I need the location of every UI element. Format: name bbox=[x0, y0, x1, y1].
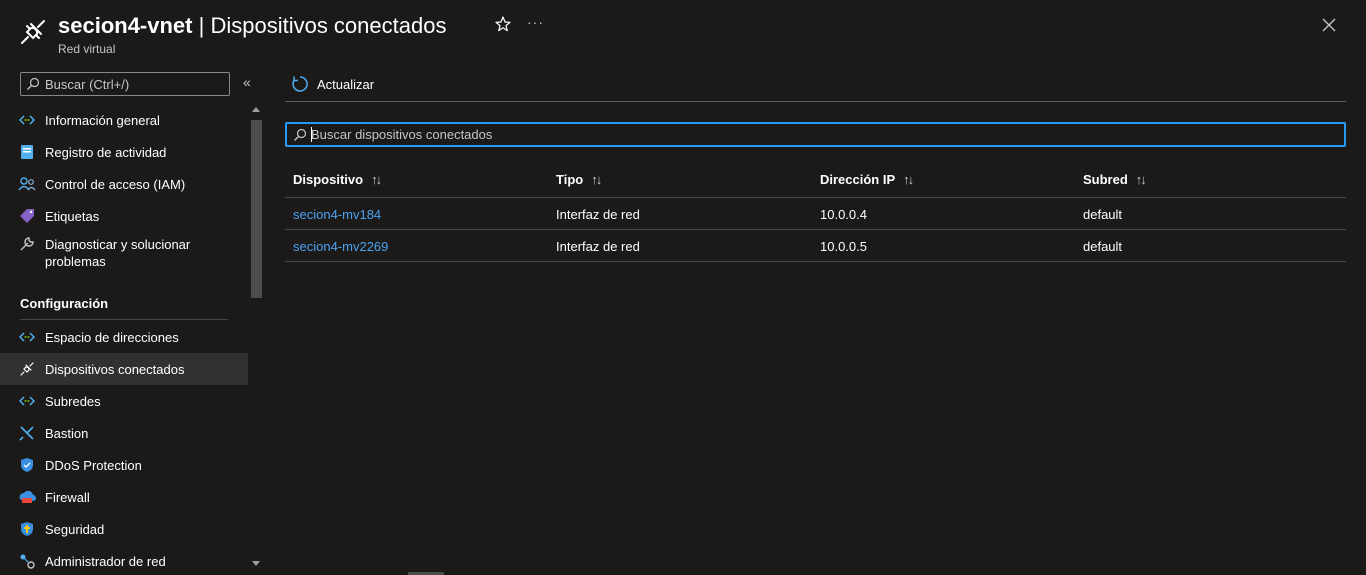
refresh-label: Actualizar bbox=[317, 76, 375, 92]
column-header-label: Subred bbox=[1083, 172, 1128, 187]
device-type: Interfaz de red bbox=[556, 239, 640, 254]
section-divider bbox=[20, 319, 228, 320]
sidebar-item-ddos[interactable]: DDoS Protection bbox=[0, 449, 248, 481]
text-cursor bbox=[311, 127, 312, 142]
sidebar-item-subredes[interactable]: Subredes bbox=[0, 385, 248, 417]
collapse-sidebar-button[interactable]: « bbox=[243, 74, 251, 90]
scroll-thumb[interactable] bbox=[251, 120, 262, 298]
page-section-title: Dispositivos conectados bbox=[210, 13, 447, 38]
scroll-down-arrow-icon[interactable] bbox=[252, 561, 260, 566]
table-header: Dispositivo ↑↓ Tipo ↑↓ Dirección IP ↑↓ S… bbox=[285, 162, 1346, 198]
main-content: Actualizar Dispositivo ↑↓ Tipo ↑↓ Direcc… bbox=[285, 64, 1346, 575]
sort-icon[interactable]: ↑↓ bbox=[371, 172, 382, 187]
network-manager-icon bbox=[18, 552, 36, 570]
scroll-up-arrow-icon[interactable] bbox=[252, 107, 260, 112]
plug-icon bbox=[18, 360, 36, 378]
sidebar-nav: Información general Registro de activida… bbox=[0, 104, 248, 575]
sidebar-item-label: Administrador de red bbox=[45, 553, 166, 569]
sidebar-search[interactable] bbox=[20, 72, 230, 96]
section-header-configuracion: Configuración bbox=[20, 296, 109, 311]
sidebar-item-label: Dispositivos conectados bbox=[45, 361, 185, 377]
column-header-label: Dirección IP bbox=[820, 172, 896, 187]
sidebar-item-label: Subredes bbox=[45, 393, 101, 409]
sidebar-item-diagnosticar[interactable]: Diagnosticar y solucionar problemas bbox=[0, 232, 248, 272]
device-link[interactable]: secion4-mv2269 bbox=[293, 239, 388, 254]
plug-icon bbox=[21, 20, 45, 44]
wrench-icon bbox=[18, 235, 36, 253]
sidebar-item-etiquetas[interactable]: Etiquetas bbox=[0, 200, 248, 232]
network-icon bbox=[18, 392, 36, 410]
connected-devices-table: Dispositivo ↑↓ Tipo ↑↓ Dirección IP ↑↓ S… bbox=[285, 162, 1346, 262]
device-type: Interfaz de red bbox=[556, 207, 640, 222]
sidebar-item-seguridad[interactable]: Seguridad bbox=[0, 513, 248, 545]
sort-icon[interactable]: ↑↓ bbox=[591, 172, 602, 187]
sidebar-item-label: Firewall bbox=[45, 489, 90, 505]
sidebar-item-label: Espacio de direcciones bbox=[45, 329, 179, 345]
firewall-icon bbox=[18, 488, 36, 506]
sidebar-item-label: DDoS Protection bbox=[45, 457, 142, 473]
search-icon bbox=[294, 128, 307, 141]
network-icon bbox=[18, 328, 36, 346]
sidebar-item-administrador-red[interactable]: Administrador de red bbox=[0, 545, 248, 575]
device-link[interactable]: secion4-mv184 bbox=[293, 207, 381, 222]
page-title: secion4-vnet | Dispositivos conectados bbox=[58, 12, 446, 40]
device-subnet: default bbox=[1083, 207, 1123, 222]
sidebar-item-label: Información general bbox=[45, 112, 160, 128]
devices-search-input[interactable] bbox=[311, 125, 1331, 144]
sidebar-item-informacion-general[interactable]: Información general bbox=[0, 104, 248, 136]
sidebar-item-iam[interactable]: Control de acceso (IAM) bbox=[0, 168, 248, 200]
more-options-icon[interactable]: ··· bbox=[527, 14, 544, 30]
sidebar-scrollbar[interactable] bbox=[248, 104, 265, 575]
refresh-button[interactable]: Actualizar bbox=[291, 72, 374, 96]
sidebar-item-label: Registro de actividad bbox=[45, 144, 167, 160]
sidebar-item-dispositivos-conectados[interactable]: Dispositivos conectados bbox=[0, 353, 248, 385]
close-icon[interactable] bbox=[1320, 16, 1338, 34]
column-header-tipo[interactable]: Tipo ↑↓ bbox=[556, 172, 602, 187]
devices-search[interactable] bbox=[285, 122, 1346, 147]
sort-icon[interactable]: ↑↓ bbox=[903, 172, 914, 187]
sidebar-item-firewall[interactable]: Firewall bbox=[0, 481, 248, 513]
sidebar-item-label: Bastion bbox=[45, 425, 89, 441]
sidebar-search-input[interactable] bbox=[45, 75, 225, 93]
sidebar: « Información general Registro de activi… bbox=[0, 64, 265, 575]
sidebar-item-label: Control de acceso (IAM) bbox=[45, 176, 186, 192]
table-row: secion4-mv2269 Interfaz de red 10.0.0.5 … bbox=[285, 230, 1346, 262]
device-ip: 10.0.0.5 bbox=[820, 239, 867, 254]
security-shield-icon bbox=[18, 520, 36, 538]
refresh-icon bbox=[292, 76, 308, 92]
resource-name: secion4-vnet bbox=[58, 13, 193, 38]
bastion-icon bbox=[18, 424, 36, 442]
sidebar-item-label: Etiquetas bbox=[45, 208, 100, 224]
sidebar-item-label: Diagnosticar y solucionar problemas bbox=[45, 237, 191, 269]
sort-icon[interactable]: ↑↓ bbox=[1136, 172, 1147, 187]
column-header-direccion-ip[interactable]: Dirección IP ↑↓ bbox=[820, 172, 914, 187]
resource-type: Red virtual bbox=[58, 42, 116, 56]
iam-icon bbox=[18, 175, 36, 193]
table-row: secion4-mv184 Interfaz de red 10.0.0.4 d… bbox=[285, 198, 1346, 230]
sidebar-item-bastion[interactable]: Bastion bbox=[0, 417, 248, 449]
command-bar: Actualizar bbox=[285, 64, 1346, 102]
sidebar-item-label: Seguridad bbox=[45, 521, 105, 537]
activity-log-icon bbox=[18, 143, 36, 161]
column-header-label: Dispositivo bbox=[293, 172, 364, 187]
column-header-dispositivo[interactable]: Dispositivo ↑↓ bbox=[293, 172, 382, 187]
device-subnet: default bbox=[1083, 239, 1123, 254]
device-ip: 10.0.0.4 bbox=[820, 207, 867, 222]
column-header-label: Tipo bbox=[556, 172, 584, 187]
tag-icon bbox=[18, 207, 36, 225]
search-icon bbox=[27, 77, 40, 90]
title-separator: | bbox=[192, 13, 211, 38]
sidebar-item-registro-actividad[interactable]: Registro de actividad bbox=[0, 136, 248, 168]
star-icon[interactable] bbox=[494, 15, 512, 33]
column-header-subred[interactable]: Subred ↑↓ bbox=[1083, 172, 1147, 187]
network-icon bbox=[18, 111, 36, 129]
shield-icon bbox=[18, 456, 36, 474]
sidebar-item-espacio-direcciones[interactable]: Espacio de direcciones bbox=[0, 321, 248, 353]
page-header: secion4-vnet | Dispositivos conectados R… bbox=[0, 0, 1366, 64]
